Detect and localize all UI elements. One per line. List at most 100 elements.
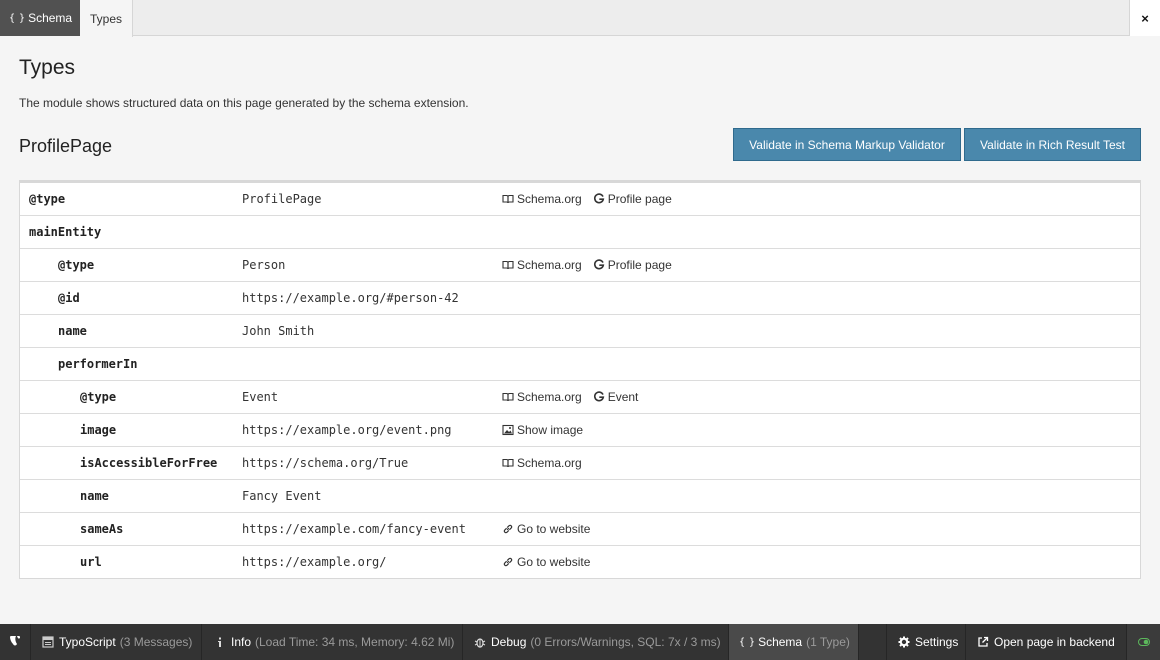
link-label: Event	[607, 390, 639, 404]
link-label: Profile page	[607, 258, 672, 272]
link-label: Schema.org	[517, 456, 582, 470]
external-link-icon	[977, 636, 989, 648]
book-link[interactable]: Schema.org	[502, 258, 582, 272]
typo3-logo-icon	[9, 635, 21, 650]
tab-bar: { } Schema Types ×	[0, 0, 1160, 37]
property-links: Show image	[502, 414, 594, 446]
table-row: sameAs https://example.com/fancy-event Go …	[20, 512, 1140, 545]
toolbar-typoscript-detail: (3 Messages)	[119, 635, 193, 649]
property-key: performerIn	[58, 357, 138, 371]
toolbar-typoscript-label: TypoScript	[59, 635, 116, 649]
property-value: https://example.org/	[242, 555, 387, 569]
property-links: Schema.org Event	[502, 381, 649, 413]
property-key: image	[80, 423, 117, 437]
book-link[interactable]: Schema.org	[502, 390, 582, 404]
toolbar-info-detail: (Load Time: 34 ms, Memory: 4.62 Mi)	[255, 635, 455, 649]
book-link[interactable]: Schema.org	[502, 192, 582, 206]
toolbar-info[interactable]: Info (Load Time: 34 ms, Memory: 4.62 Mi)	[202, 624, 463, 660]
property-value: https://example.com/fancy-event	[242, 522, 466, 536]
link-link[interactable]: Go to website	[502, 522, 590, 536]
braces-icon: { }	[739, 636, 755, 648]
toolbar-schema-detail: (1 Type)	[806, 635, 850, 649]
image-link[interactable]: Show image	[502, 423, 583, 437]
property-value: John Smith	[242, 324, 315, 338]
property-value: ProfilePage	[242, 192, 322, 206]
property-value: Person	[242, 258, 286, 272]
page-description: The module shows structured data on this…	[19, 96, 469, 110]
property-key: url	[80, 555, 102, 569]
google-icon	[593, 391, 605, 403]
property-key: @id	[58, 291, 80, 305]
property-key: mainEntity	[29, 225, 102, 239]
book-link[interactable]: Schema.org	[502, 456, 582, 470]
google-link[interactable]: Profile page	[593, 192, 672, 206]
book-icon	[502, 193, 514, 205]
toolbar-typoscript[interactable]: TypoScript (3 Messages)	[31, 624, 202, 660]
table-row: mainEntity	[20, 215, 1140, 248]
gear-icon	[898, 636, 910, 648]
toolbar-debug-detail: (0 Errors/Warnings, SQL: 7x / 3 ms)	[530, 635, 721, 649]
property-key: name	[80, 489, 109, 503]
type-title: ProfilePage	[19, 136, 113, 156]
typo3-logo-button[interactable]	[0, 624, 31, 660]
bug-icon	[474, 636, 486, 648]
table-row: name John Smith	[20, 314, 1140, 347]
property-links: Schema.org	[502, 447, 593, 479]
link-label: Go to website	[517, 522, 591, 536]
table-row: url https://example.org/Go to website	[20, 545, 1140, 578]
book-icon	[502, 457, 514, 469]
toolbar-schema[interactable]: { } Schema (1 Type)	[729, 624, 859, 660]
property-key: @type	[80, 390, 117, 404]
link-label: Schema.org	[517, 192, 582, 206]
toolbar-toggle[interactable]	[1127, 624, 1160, 660]
book-icon	[502, 391, 514, 403]
property-links: Schema.org Profile page	[502, 183, 683, 215]
link-link[interactable]: Go to website	[502, 555, 590, 569]
property-key: @type	[29, 192, 66, 206]
tab-types[interactable]: Types	[80, 0, 133, 37]
tab-types-label: Types	[89, 11, 122, 26]
property-value: Event	[242, 390, 279, 404]
table-row: @type ProfilePage Schema.org Profile page	[20, 181, 1140, 215]
property-key: sameAs	[80, 522, 124, 536]
property-key: isAccessibleForFree	[80, 456, 218, 470]
link-icon	[502, 523, 514, 535]
document-icon	[42, 636, 54, 648]
table-row: isAccessibleForFree https://schema.org/Tr…	[20, 446, 1140, 479]
property-links: Go to website	[502, 546, 601, 578]
book-icon	[502, 259, 514, 271]
property-value: https://schema.org/True	[242, 456, 409, 470]
google-icon	[593, 193, 605, 205]
toolbar-settings[interactable]: Settings	[886, 624, 966, 660]
property-value: Fancy Event	[242, 489, 322, 503]
property-key: @type	[58, 258, 95, 272]
admin-toolbar: TypoScript (3 Messages) Info (Load Time:…	[0, 624, 1160, 660]
braces-icon: { }	[9, 12, 25, 24]
toolbar-open-backend[interactable]: Open page in backend	[966, 624, 1127, 660]
validate-rich-result-button[interactable]: Validate in Rich Result Test	[964, 128, 1141, 161]
toolbar-settings-label: Settings	[915, 635, 959, 649]
tab-schema[interactable]: { } Schema	[0, 0, 80, 36]
validate-schema-markup-button[interactable]: Validate in Schema Markup Validator	[733, 128, 961, 161]
table-row: @id https://example.org/#person-42	[20, 281, 1140, 314]
toggle-icon	[1137, 635, 1150, 649]
table-row: image https://example.org/event.png Show i…	[20, 413, 1140, 446]
property-value: https://example.org/event.png	[242, 423, 452, 437]
property-key: name	[58, 324, 87, 338]
link-label: Go to website	[517, 555, 591, 569]
link-label: Schema.org	[517, 258, 582, 272]
property-value: https://example.org/#person-42	[242, 291, 459, 305]
google-icon	[593, 259, 605, 271]
close-button[interactable]: ×	[1129, 0, 1160, 36]
google-link[interactable]: Event	[593, 390, 639, 404]
property-links: Go to website	[502, 513, 601, 545]
link-label: Schema.org	[517, 390, 582, 404]
table-row: @type Person Schema.org Profile page	[20, 248, 1140, 281]
toolbar-schema-label: Schema	[758, 635, 803, 649]
table-row: @type Event Schema.org Event	[20, 380, 1140, 413]
toolbar-debug[interactable]: Debug (0 Errors/Warnings, SQL: 7x / 3 ms…	[463, 624, 729, 660]
google-link[interactable]: Profile page	[593, 258, 672, 272]
link-label: Profile page	[607, 192, 672, 206]
close-icon: ×	[1141, 10, 1149, 26]
schema-table: @type ProfilePage Schema.org Profile page ma…	[19, 180, 1141, 579]
